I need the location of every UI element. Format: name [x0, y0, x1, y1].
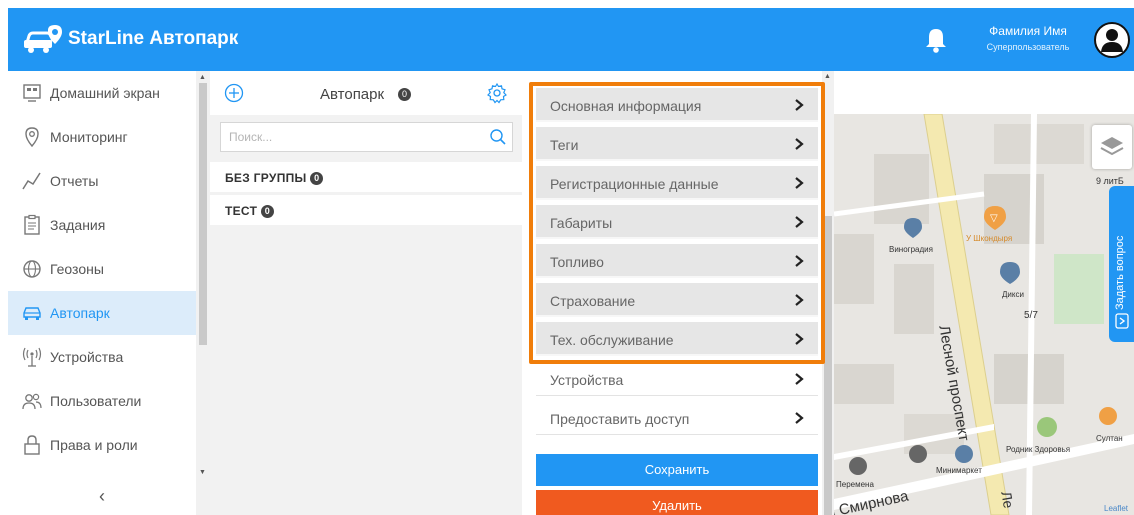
sidebar-scrollbar[interactable]: ▲ ▼ [196, 71, 210, 515]
map-poi-label: Виноградия [889, 245, 933, 254]
sidebar-item-devices[interactable]: Устройства [8, 335, 196, 379]
map-canvas [834, 114, 1134, 515]
map-poi-label: Родник Здоровья [1006, 445, 1071, 454]
section-label: Устройства [550, 372, 624, 388]
map-poi-label: Дикси [1002, 290, 1024, 299]
map-poi-label: У Шкондыря [966, 234, 1013, 243]
delete-button[interactable]: Удалить [536, 490, 818, 515]
sidebar-item-monitoring[interactable]: Мониторинг [8, 115, 196, 159]
sidebar-item-label: Отчеты [50, 173, 99, 189]
poi-store-icon [955, 445, 973, 463]
home-screen-icon [23, 84, 41, 102]
scrollbar-thumb[interactable] [199, 83, 207, 345]
feedback-label[interactable]: Задать вопрос [1114, 200, 1128, 310]
poi-wine-icon [904, 218, 922, 238]
sidebar-item-label: Домашний экран [50, 85, 160, 101]
sidebar-item-fleet[interactable]: Автопарк [8, 291, 196, 335]
users-icon [22, 393, 42, 410]
sidebar-item-label: Права и роли [50, 437, 138, 453]
location-pin-icon [25, 127, 39, 148]
poi-pharmacy-icon [1037, 417, 1057, 437]
sidebar-item-label: Устройства [50, 349, 124, 365]
sidebar-item-tasks[interactable]: Задания [8, 203, 196, 247]
collapse-sidebar-button[interactable]: ‹ [8, 478, 196, 515]
car-icon [23, 307, 41, 320]
scroll-up-icon[interactable]: ▲ [824, 73, 831, 80]
user-role: Суперпользователь [986, 42, 1070, 52]
sidebar-item-users[interactable]: Пользователи [8, 379, 196, 423]
group-row[interactable]: ТЕСТ 0 [210, 195, 522, 225]
bell-icon[interactable] [923, 26, 949, 54]
group-count-badge: 0 [260, 205, 274, 219]
fleet-count-badge: 0 [398, 88, 411, 101]
lock-icon [24, 435, 40, 455]
svg-text:▽: ▽ [990, 213, 998, 224]
map-house-number: 9 литБ [1096, 176, 1124, 186]
add-circle-icon[interactable] [224, 83, 244, 103]
fleet-title: Автопарк [320, 86, 385, 103]
sidebar: Домашний экран Мониторинг Отчеты Задания… [8, 71, 196, 515]
chevron-right-icon [795, 412, 804, 424]
user-name[interactable]: Фамилия Имя [976, 24, 1080, 38]
gear-icon[interactable] [486, 82, 508, 104]
map-view[interactable]: Лесной проспект а Смирнова Ле Виноградия… [834, 114, 1134, 515]
poi-bar-icon: ▽ [984, 206, 1006, 230]
feedback-chevron-icon[interactable] [1115, 313, 1129, 329]
save-button[interactable]: Сохранить [536, 454, 818, 486]
section-label: Предоставить доступ [550, 411, 690, 427]
app-root: StarLine Автопарк Фамилия Имя Суперпольз… [0, 0, 1134, 515]
section-devices[interactable]: Устройства [536, 362, 818, 396]
poi-cafe-icon [849, 457, 867, 475]
group-count-badge: 0 [310, 172, 324, 186]
highlight-frame [529, 82, 825, 364]
clipboard-icon [24, 214, 40, 235]
map-top-strip [834, 71, 1134, 114]
layers-button[interactable] [1092, 125, 1132, 169]
chart-line-icon [22, 172, 41, 190]
poi-food-icon [1099, 407, 1117, 425]
search-input[interactable] [221, 123, 481, 151]
globe-icon [23, 260, 41, 278]
poi-shop-icon [1000, 262, 1020, 284]
map-house-number: 5/7 [1024, 310, 1038, 321]
sidebar-item-label: Мониторинг [50, 129, 128, 145]
sidebar-item-label: Задания [50, 217, 106, 233]
sidebar-item-label: Пользователи [50, 393, 142, 409]
sidebar-item-home[interactable]: Домашний экран [8, 71, 196, 115]
map-attribution[interactable]: Leaflet [1104, 504, 1128, 513]
sidebar-item-reports[interactable]: Отчеты [8, 159, 196, 203]
antenna-icon [22, 347, 42, 367]
group-name: БЕЗ ГРУППЫ 0 [225, 171, 324, 186]
fleet-panel: Автопарк 0 БЕЗ ГРУППЫ 0 ТЕСТ 0 [210, 71, 522, 515]
group-name: ТЕСТ 0 [225, 204, 274, 219]
section-share-access[interactable]: Предоставить доступ [536, 401, 818, 435]
fleet-header: Автопарк 0 [210, 71, 522, 115]
search-box [220, 122, 513, 152]
chevron-right-icon [795, 373, 804, 385]
scroll-down-icon[interactable]: ▼ [199, 469, 206, 476]
sidebar-item-roles[interactable]: Права и роли [8, 423, 196, 467]
map-street-label: Ле [998, 490, 1017, 510]
layers-icon [1100, 137, 1124, 156]
scroll-up-icon[interactable]: ▲ [199, 74, 206, 81]
app-title: StarLine Автопарк [68, 28, 239, 49]
map-poi-label: Султан [1096, 434, 1123, 443]
map-poi-label: Перемена [836, 480, 874, 489]
poi-store-icon [909, 445, 927, 463]
map-poi-label: Минимаркет [936, 466, 982, 475]
search-icon[interactable] [489, 128, 507, 146]
top-bar: StarLine Автопарк Фамилия Имя Суперпольз… [8, 8, 1134, 71]
group-row[interactable]: БЕЗ ГРУППЫ 0 [210, 162, 522, 192]
sidebar-item-label: Геозоны [50, 261, 104, 277]
user-avatar-icon[interactable] [1094, 22, 1130, 58]
car-logo-icon[interactable] [22, 24, 64, 54]
sidebar-item-label: Автопарк [50, 305, 110, 321]
scrollbar-thumb[interactable] [824, 216, 832, 515]
sidebar-item-geozones[interactable]: Геозоны [8, 247, 196, 291]
